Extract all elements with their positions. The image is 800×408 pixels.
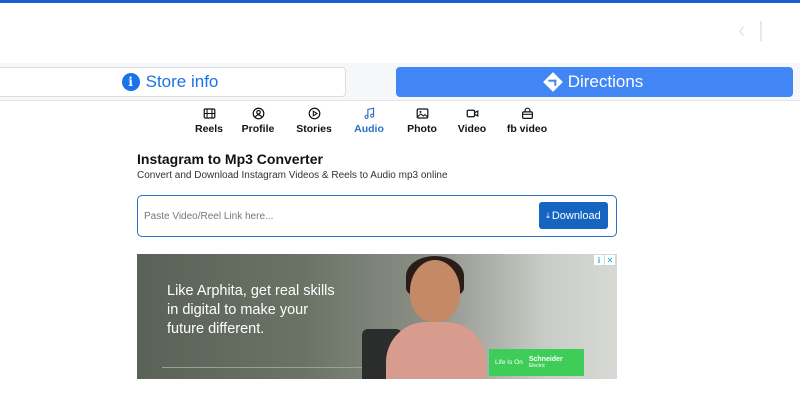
directions-label: Directions (567, 72, 644, 91)
adchoices-controls: i ✕ (594, 255, 615, 265)
film-icon (202, 106, 216, 120)
tab-video[interactable]: Video (448, 106, 496, 140)
music-note-icon (362, 106, 376, 120)
brand-name: Schneider Electric (529, 356, 563, 370)
store-info-label: Store info (145, 72, 219, 91)
map-ad-strip: i Store info Directions (0, 63, 800, 101)
tab-audio[interactable]: Audio (342, 106, 396, 140)
adchoices-icon[interactable]: i (594, 255, 604, 265)
faded-icon: | (758, 17, 764, 42)
info-icon: i (121, 73, 140, 91)
user-circle-icon (251, 106, 265, 120)
tab-reels[interactable]: Reels (188, 106, 230, 140)
tab-photo[interactable]: Photo (396, 106, 448, 140)
bag-icon (520, 106, 534, 120)
tab-stories[interactable]: Stories (286, 106, 342, 140)
image-icon (415, 106, 429, 120)
ad-banner[interactable]: Like Arphita, get real skills in digital… (137, 254, 617, 379)
brand-name-main: Schneider (528, 355, 563, 363)
tab-label: Video (457, 123, 487, 135)
brand-name-sub: Electric (528, 362, 546, 369)
tab-label: fb video (506, 123, 548, 135)
page-subtitle: Convert and Download Instagram Videos & … (137, 170, 448, 181)
faded-icon: ‹ (738, 17, 746, 42)
link-input-box: ⤓ Download (137, 195, 617, 237)
downloader-tabs: Reels Profile Stories Audio Photo Video (188, 106, 558, 140)
schneider-logo: Life Is On Schneider Electric (489, 349, 584, 376)
tab-label: Photo (407, 123, 437, 135)
download-button[interactable]: ⤓ Download (539, 202, 608, 229)
tab-profile[interactable]: Profile (230, 106, 286, 140)
play-circle-icon (307, 106, 321, 120)
ad-divider (162, 367, 392, 368)
directions-button[interactable]: Directions (396, 67, 793, 97)
page-title: Instagram to Mp3 Converter (137, 151, 323, 167)
brand-tagline: Life Is On (495, 359, 523, 366)
tab-fb-video[interactable]: fb video (496, 106, 558, 140)
person-head (410, 260, 460, 322)
directions-icon (542, 72, 563, 92)
tab-label: Audio (354, 123, 384, 135)
tab-label: Profile (241, 123, 275, 135)
top-bar: ‹ | (0, 3, 800, 63)
video-camera-icon (465, 106, 479, 120)
tab-label: Reels (194, 123, 224, 135)
download-arrow-icon: ⤓ (546, 210, 550, 220)
reel-link-input[interactable] (144, 204, 534, 228)
store-info-button[interactable]: i Store info (0, 67, 346, 97)
ad-headline: Like Arphita, get real skills in digital… (167, 283, 335, 337)
tab-label: Stories (296, 123, 332, 135)
download-label: Download (551, 209, 601, 222)
person-body (386, 322, 486, 379)
close-ad-icon[interactable]: ✕ (605, 255, 615, 265)
